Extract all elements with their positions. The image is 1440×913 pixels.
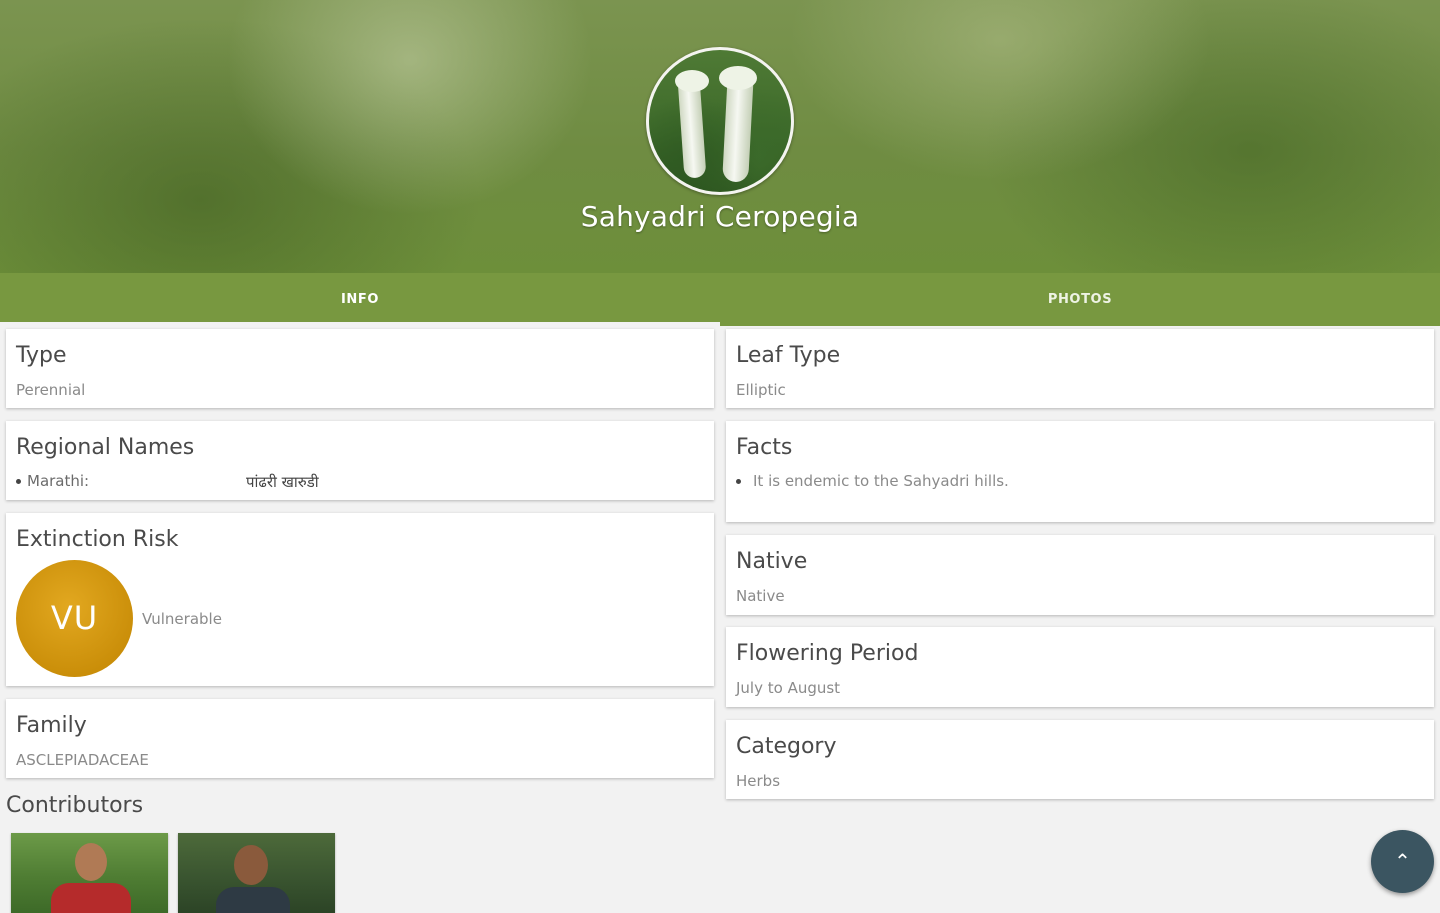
- category-title: Category: [736, 734, 837, 759]
- scroll-top-button[interactable]: ⌃: [1371, 830, 1434, 893]
- contributor-2-shirt: [216, 887, 290, 913]
- flowering-period-title: Flowering Period: [736, 641, 919, 666]
- plant-avatar[interactable]: [646, 47, 794, 195]
- flowering-period-card: Flowering Period July to August: [726, 627, 1434, 707]
- contributor-1-shirt: [51, 883, 131, 913]
- contributor-1-face: [75, 843, 107, 881]
- facts-title: Facts: [736, 435, 793, 460]
- contributors-title: Contributors: [6, 793, 144, 818]
- leaf-type-value: Elliptic: [736, 381, 786, 399]
- regional-names-title: Regional Names: [16, 435, 195, 460]
- category-value: Herbs: [736, 772, 781, 790]
- fact-item: It is endemic to the Sahyadri hills.: [736, 472, 1009, 490]
- flower-cap-2: [719, 66, 757, 90]
- risk-badge: VU: [16, 560, 133, 677]
- flower-stalk-1: [677, 77, 707, 179]
- flower-cap-1: [675, 70, 709, 92]
- family-card: Family ASCLEPIADACEAE: [6, 699, 714, 778]
- plant-photo: [649, 50, 791, 192]
- tab-bar: INFO PHOTOS: [0, 273, 1440, 326]
- contributor-2-face: [234, 845, 268, 885]
- type-value: Perennial: [16, 381, 86, 399]
- bullet-icon: [16, 479, 21, 484]
- tab-info[interactable]: INFO: [0, 273, 720, 326]
- native-title: Native: [736, 549, 808, 574]
- plant-name: Sahyadri Ceropegia: [580, 200, 860, 233]
- extinction-risk-title: Extinction Risk: [16, 527, 179, 552]
- regional-name-language: Marathi:: [16, 472, 89, 490]
- flowering-period-value: July to August: [736, 679, 841, 697]
- regional-names-card: Regional Names Marathi: पांढरी खारुडी: [6, 421, 714, 500]
- risk-status: Vulnerable: [142, 610, 222, 628]
- leaf-type-title: Leaf Type: [736, 343, 841, 368]
- leaf-type-card: Leaf Type Elliptic: [726, 329, 1434, 408]
- plant-header: Sahyadri Ceropegia: [0, 0, 1440, 273]
- contributor-photo-2[interactable]: [178, 833, 335, 913]
- facts-card: Facts It is endemic to the Sahyadri hill…: [726, 421, 1434, 522]
- type-card: Type Perennial: [6, 329, 714, 408]
- bullet-icon: [736, 479, 741, 484]
- category-card: Category Herbs: [726, 720, 1434, 799]
- native-value: Native: [736, 587, 785, 605]
- chevron-up-icon: ⌃: [1394, 849, 1411, 873]
- tab-photos[interactable]: PHOTOS: [720, 273, 1440, 326]
- regional-name-value: पांढरी खारुडी: [246, 473, 319, 491]
- family-title: Family: [16, 713, 87, 738]
- tab-selected-indicator: [0, 322, 720, 326]
- contributor-photo-1[interactable]: [11, 833, 168, 913]
- family-value: ASCLEPIADACEAE: [16, 751, 149, 769]
- fact-text: It is endemic to the Sahyadri hills.: [753, 472, 1009, 490]
- language-label: Marathi:: [27, 472, 90, 490]
- native-card: Native Native: [726, 535, 1434, 615]
- type-title: Type: [16, 343, 67, 368]
- extinction-risk-card: Extinction Risk VU Vulnerable: [6, 513, 714, 686]
